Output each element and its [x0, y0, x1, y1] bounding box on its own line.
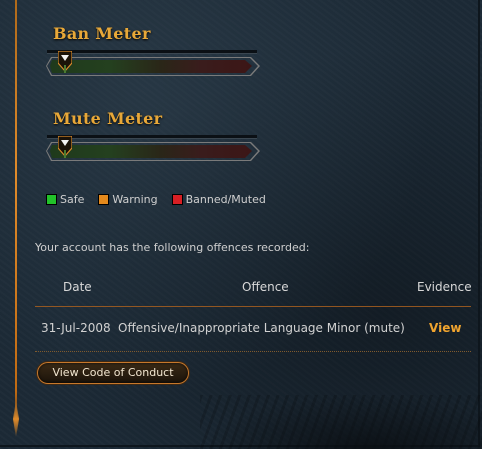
legend-item-banned-muted: Banned/Muted: [171, 193, 266, 206]
column-header-offence: Offence: [242, 280, 289, 294]
warning-swatch: [98, 194, 110, 205]
offences-table: Date Offence Evidence 31-Jul-2008 Offens…: [35, 278, 472, 352]
mute-meter-rail: [47, 135, 257, 139]
table-header: Date Offence Evidence: [35, 278, 472, 306]
meter-legend: Safe Warning Banned/Muted: [46, 193, 266, 206]
legend-item-warning: Warning: [98, 193, 158, 206]
safe-swatch: [46, 194, 57, 205]
decorative-vertical-line: [15, 0, 17, 435]
view-evidence-link[interactable]: View: [429, 321, 461, 335]
mute-meter-track: [50, 145, 252, 158]
ban-meter-rail: [47, 50, 257, 54]
offence-description: Offensive/Inappropriate Language Minor (…: [118, 321, 405, 335]
legend-item-safe: Safe: [46, 193, 84, 206]
legend-label: Banned/Muted: [185, 193, 266, 206]
mute-meter: [46, 135, 261, 163]
table-row-divider: [35, 351, 471, 352]
column-header-evidence: Evidence: [417, 280, 472, 294]
offences-intro-text: Your account has the following offences …: [35, 241, 310, 254]
ban-meter-pointer-icon: [58, 51, 72, 73]
ban-meter: [46, 50, 261, 78]
ban-meter-title: Ban Meter: [53, 24, 151, 43]
legend-label: Warning: [112, 193, 158, 206]
table-row: 31-Jul-2008 Offensive/Inappropriate Lang…: [35, 307, 471, 351]
mute-meter-pointer-icon: [58, 136, 72, 158]
banned-muted-swatch: [171, 194, 183, 205]
legend-label: Safe: [60, 193, 85, 206]
offence-date: 31-Jul-2008: [41, 321, 111, 335]
mute-meter-title: Mute Meter: [53, 109, 163, 128]
background-texture: [200, 395, 482, 449]
view-code-of-conduct-button[interactable]: View Code of Conduct: [37, 362, 189, 384]
column-header-date: Date: [63, 280, 92, 294]
ban-meter-track: [50, 60, 252, 73]
